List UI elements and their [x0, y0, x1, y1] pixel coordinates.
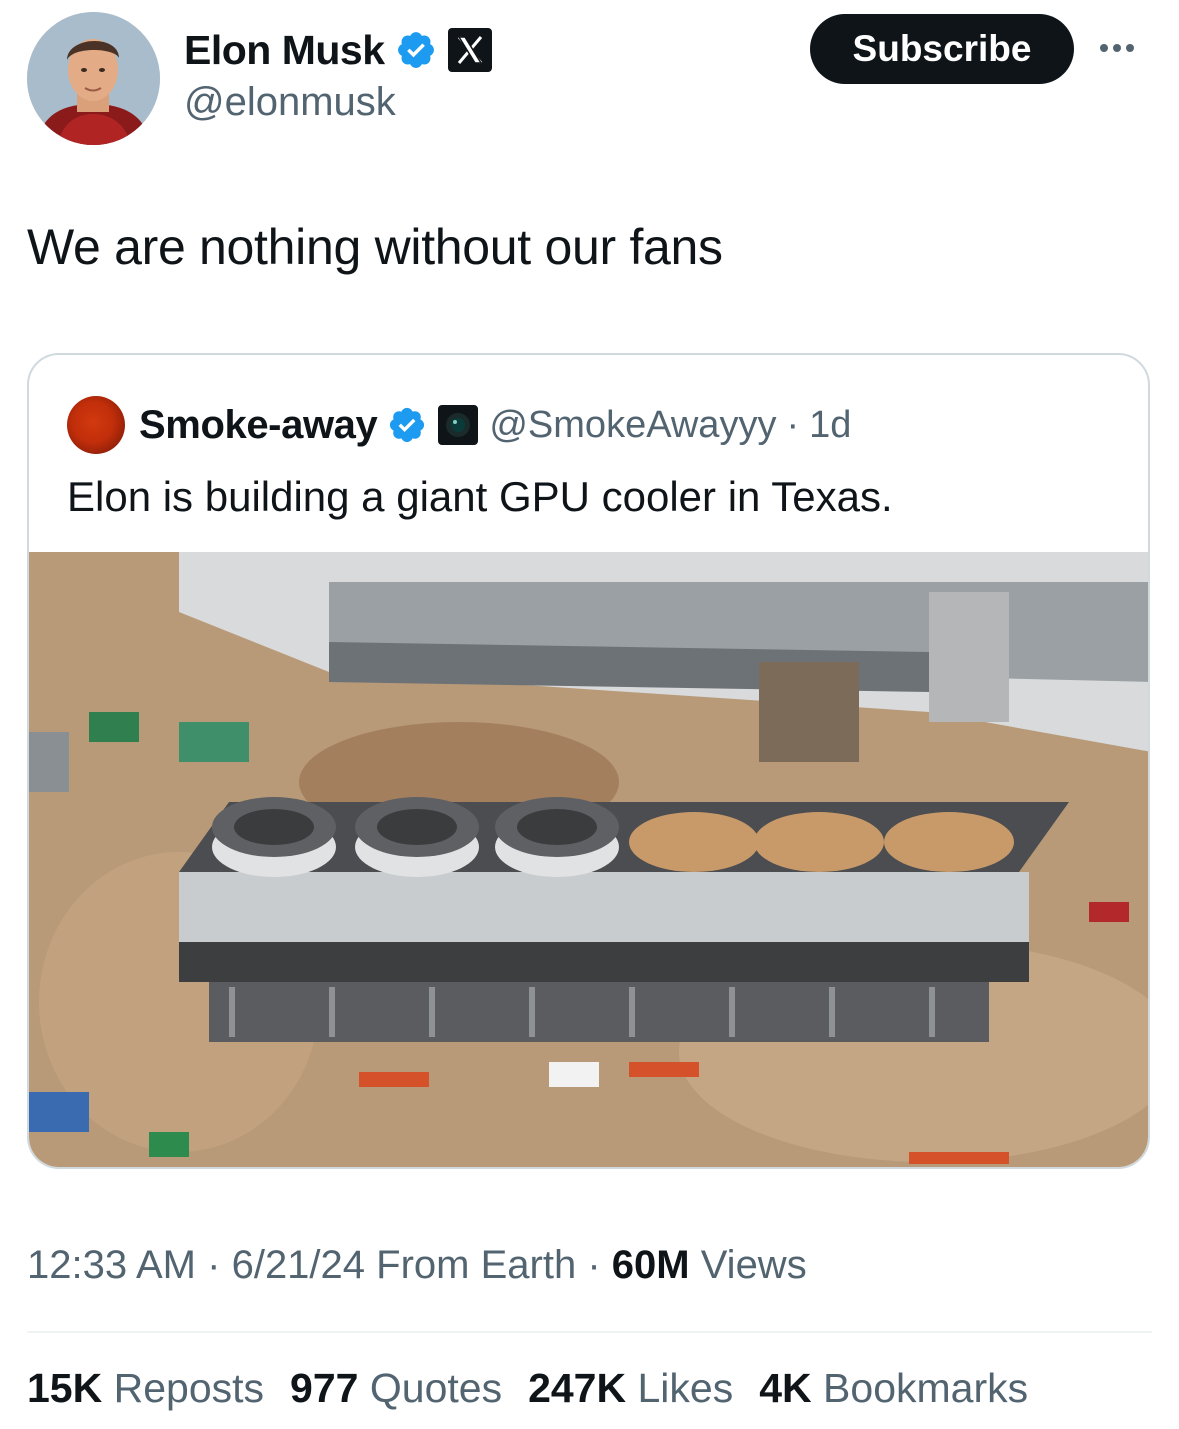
more-horizontal-icon[interactable] — [1100, 30, 1148, 66]
tweet-date[interactable]: 6/21/24 — [232, 1243, 365, 1287]
quoted-author-name[interactable]: Smoke-away — [139, 403, 378, 448]
quoted-author-avatar[interactable] — [67, 396, 125, 454]
views-label: Views — [700, 1243, 807, 1287]
quoted-tweet-text: Elon is building a giant GPU cooler in T… — [67, 473, 893, 520]
tweet-meta: 12:33 AM · 6/21/24 From Earth · 60M View… — [27, 1243, 807, 1288]
author-avatar[interactable] — [27, 12, 160, 145]
avatar-image — [27, 12, 160, 145]
separator-dot: · — [786, 403, 800, 446]
affiliate-badge-icon — [438, 405, 479, 445]
stat-quotes[interactable]: 977 Quotes — [290, 1365, 502, 1412]
quoted-author-handle[interactable]: @SmokeAwayyy — [489, 404, 776, 447]
divider — [27, 1331, 1152, 1333]
verified-badge-icon — [390, 407, 425, 443]
author-name[interactable]: Elon Musk — [184, 27, 385, 74]
stat-reposts[interactable]: 15K Reposts — [27, 1365, 264, 1412]
quoted-tweet-card[interactable]: Smoke-away @SmokeAwayyy · 1d Elon is bui… — [27, 353, 1150, 1169]
engagement-stats: 15K Reposts 977 Quotes 247K Likes 4K Boo… — [27, 1365, 1028, 1412]
verified-badge-icon — [397, 32, 434, 68]
quoted-tweet-image[interactable] — [29, 552, 1150, 1169]
author-handle[interactable]: @elonmusk — [184, 80, 396, 125]
views-count: 60M — [611, 1243, 690, 1287]
tweet-time[interactable]: 12:33 AM — [27, 1243, 196, 1287]
tweet-text: We are nothing without our fans — [27, 219, 723, 275]
stat-bookmarks[interactable]: 4K Bookmarks — [759, 1365, 1028, 1412]
stat-likes[interactable]: 247K Likes — [528, 1365, 733, 1412]
author-name-row: Elon Musk — [184, 22, 493, 78]
quoted-tweet-time[interactable]: 1d — [809, 404, 851, 447]
x-affiliate-badge-icon — [447, 28, 492, 72]
subscribe-button[interactable]: Subscribe — [810, 14, 1074, 84]
separator-dot: · — [587, 1243, 612, 1287]
separator-dot: · — [207, 1243, 232, 1287]
quoted-tweet-header: Smoke-away @SmokeAwayyy · 1d — [67, 395, 851, 455]
tweet-source: From Earth — [376, 1243, 577, 1287]
